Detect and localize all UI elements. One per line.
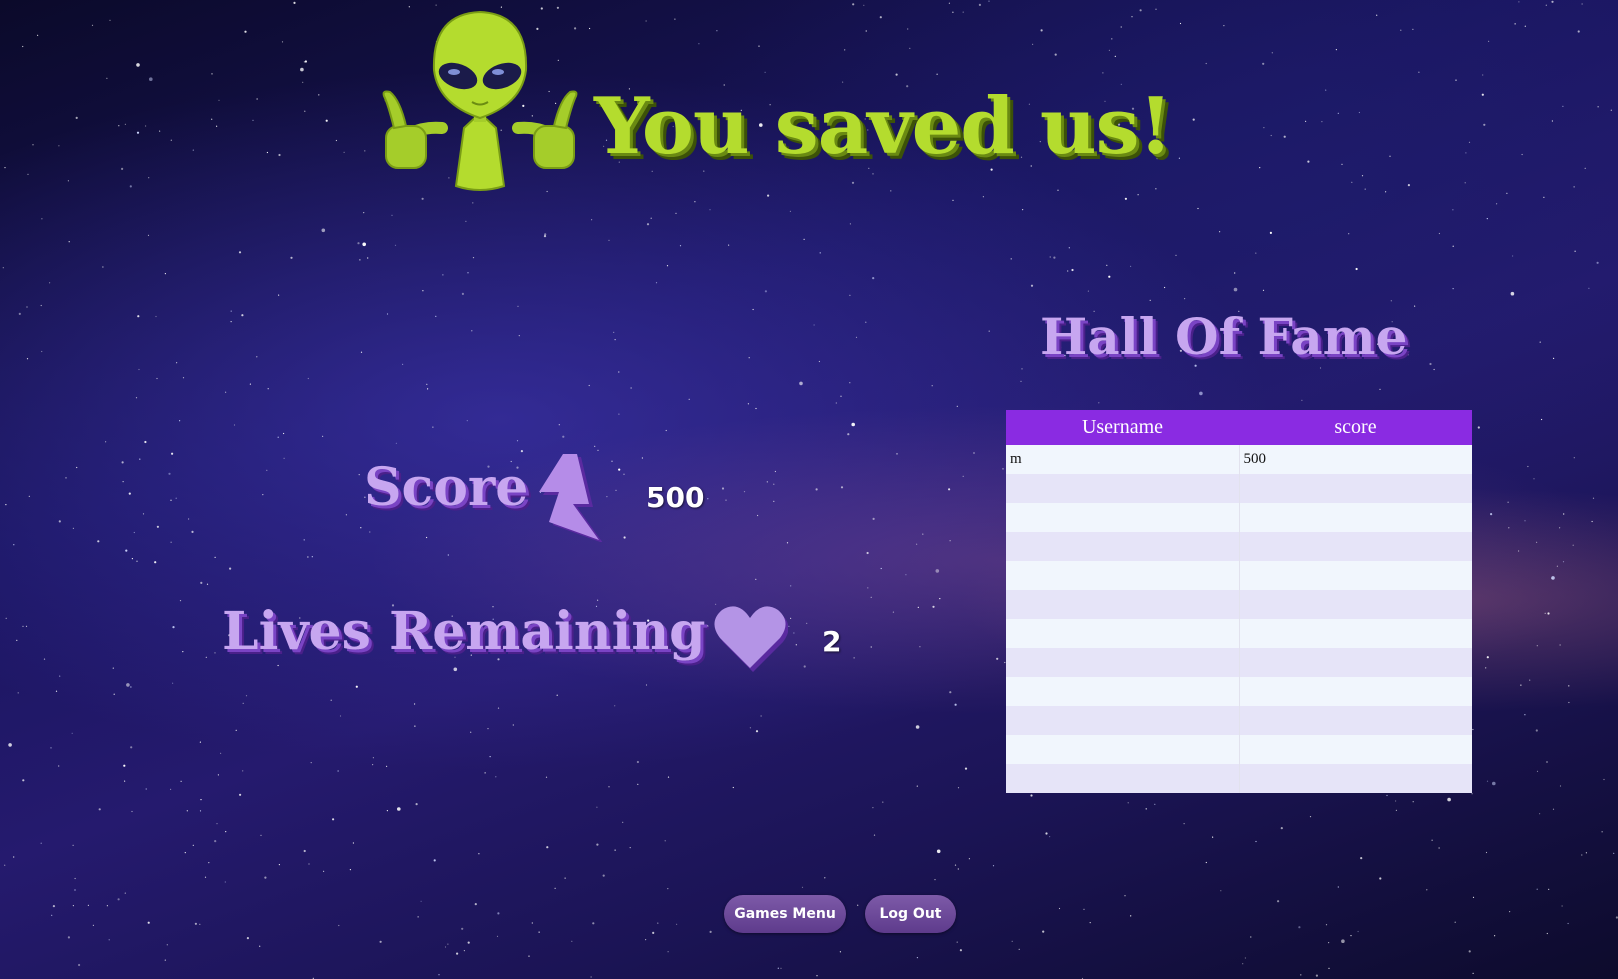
table-header-row: Username score <box>1006 410 1472 445</box>
score-cell <box>1239 764 1472 793</box>
column-header-username: Username <box>1006 410 1239 445</box>
table-row <box>1006 677 1472 706</box>
username-cell: m <box>1006 445 1240 474</box>
table-row: m 500 <box>1006 445 1472 474</box>
lives-remaining-label: Lives Remaining <box>222 601 706 662</box>
username-cell <box>1006 532 1240 561</box>
username-cell <box>1006 677 1240 706</box>
table-row <box>1006 619 1472 648</box>
table-row <box>1006 764 1472 793</box>
hall-of-fame-title: Hall Of Fame <box>1040 307 1408 366</box>
score-cell <box>1239 532 1472 561</box>
lives-value: 2 <box>822 625 842 658</box>
table-row <box>1006 561 1472 590</box>
score-cell <box>1239 474 1472 503</box>
score-label: Score <box>364 457 529 518</box>
username-cell <box>1006 764 1240 793</box>
table-row <box>1006 648 1472 677</box>
score-cell <box>1239 619 1472 648</box>
table-row <box>1006 532 1472 561</box>
hall-of-fame-table: Username score m 500 <box>1006 410 1472 793</box>
score-value: 500 <box>646 481 705 514</box>
table-row <box>1006 474 1472 503</box>
table-row <box>1006 590 1472 619</box>
username-cell <box>1006 735 1240 764</box>
heart-icon <box>714 606 788 672</box>
score-cell <box>1239 735 1472 764</box>
username-cell <box>1006 474 1240 503</box>
username-cell <box>1006 590 1240 619</box>
score-cell <box>1239 503 1472 532</box>
lightning-bolt-icon <box>539 454 603 542</box>
score-cell <box>1239 561 1472 590</box>
games-menu-button[interactable]: Games Menu <box>724 895 846 933</box>
score-cell <box>1239 590 1472 619</box>
title-banner: You saved us! <box>380 8 1260 198</box>
log-out-button[interactable]: Log Out <box>865 895 956 933</box>
table-body: m 500 <box>1006 445 1472 793</box>
alien-thumbs-up-icon <box>382 10 578 191</box>
table-row <box>1006 503 1472 532</box>
username-cell <box>1006 619 1240 648</box>
username-cell <box>1006 503 1240 532</box>
score-cell <box>1239 677 1472 706</box>
username-cell <box>1006 648 1240 677</box>
table-row <box>1006 735 1472 764</box>
table-row <box>1006 706 1472 735</box>
username-cell <box>1006 706 1240 735</box>
column-header-score: score <box>1239 410 1472 445</box>
score-cell: 500 <box>1239 445 1472 474</box>
score-cell <box>1239 648 1472 677</box>
victory-title: You saved us! <box>594 81 1173 172</box>
score-cell <box>1239 706 1472 735</box>
username-cell <box>1006 561 1240 590</box>
